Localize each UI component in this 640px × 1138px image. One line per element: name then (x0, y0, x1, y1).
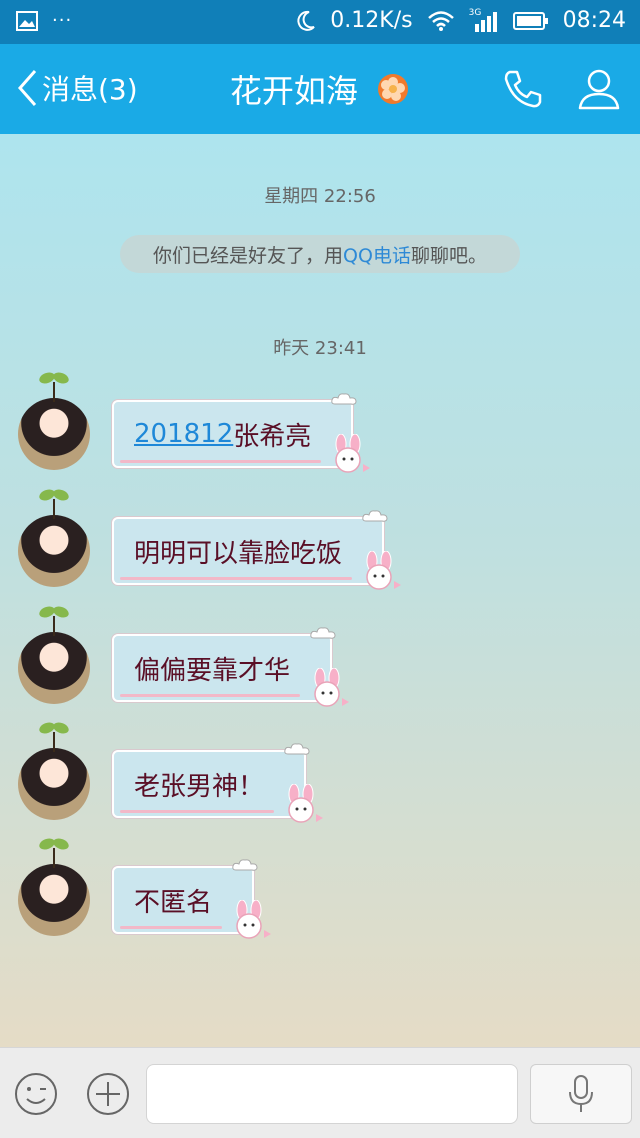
bubble-decoration (120, 460, 322, 463)
image-icon (16, 10, 38, 31)
timestamp: 星期四 22:56 (264, 186, 376, 207)
contact-icon (578, 69, 620, 110)
message-bubble[interactable]: 老张男神！ (112, 743, 324, 823)
bubble-decoration (120, 577, 353, 580)
message-bubble[interactable]: 明明可以靠脸吃饭 (112, 510, 402, 590)
bunny-sticker-icon (366, 551, 402, 590)
emoji-icon (15, 1073, 57, 1115)
more-options-button[interactable] (86, 1072, 130, 1120)
signal-icon (474, 11, 497, 32)
contact-name: 花开如海 (229, 72, 358, 110)
timestamp: 昨天 23:41 (273, 338, 367, 359)
flower-icon (378, 74, 409, 104)
avatar[interactable] (18, 489, 90, 587)
chat-header: 消息(3) 花开如海 (0, 44, 640, 134)
qq-call-link[interactable]: QQ电话 (343, 241, 411, 268)
message-bubble[interactable]: 201812 张希亮 (112, 393, 371, 473)
bunny-sticker-icon (335, 434, 371, 473)
input-bar (0, 1047, 640, 1138)
plus-icon (87, 1073, 129, 1115)
voice-button[interactable] (530, 1064, 632, 1124)
message-text: 老张男神！ (134, 771, 265, 802)
battery-icon (512, 11, 548, 30)
message-bubble[interactable]: 不匿名 (112, 859, 272, 939)
phone-button[interactable] (500, 66, 546, 116)
message-text: 张希亮 (233, 421, 312, 452)
cloud-icon (331, 393, 357, 405)
wifi-icon (427, 10, 454, 31)
avatar[interactable] (18, 372, 90, 470)
moon-icon (297, 10, 316, 31)
avatar[interactable] (18, 838, 90, 936)
message-bubble[interactable]: 偏偏要靠才华 (112, 627, 350, 707)
message-link[interactable]: 201812 (134, 419, 233, 449)
sprout-icon (39, 722, 69, 752)
sprout-icon (39, 838, 69, 868)
message-text: 偏偏要靠才华 (134, 655, 291, 686)
bunny-sticker-icon (314, 668, 350, 707)
bubble-decoration (120, 926, 223, 929)
clock: 08:24 (562, 8, 626, 33)
cloud-icon (310, 627, 336, 639)
sprout-icon (39, 372, 69, 402)
avatar[interactable] (18, 606, 90, 704)
cloud-icon (232, 859, 258, 871)
system-message: 你们已经是好友了，用 QQ电话 聊聊吧。 (120, 235, 520, 273)
bubble-decoration (120, 810, 275, 813)
bunny-sticker-icon (288, 784, 324, 823)
emoji-button[interactable] (14, 1072, 58, 1120)
more-dots-icon: ··· (52, 10, 73, 31)
microphone-icon (569, 1075, 593, 1112)
sprout-icon (39, 606, 69, 636)
message-text: 不匿名 (134, 887, 213, 918)
sprout-icon (39, 489, 69, 519)
phone-icon (504, 70, 542, 108)
bubble-decoration (120, 694, 301, 697)
system-message-text: 你们已经是好友了，用 (153, 244, 344, 267)
avatar[interactable] (18, 722, 90, 820)
status-bar: ··· 0.12K/s 3G 08:24 (0, 0, 640, 44)
message-text: 明明可以靠脸吃饭 (134, 538, 343, 569)
network-speed: 0.12K/s (330, 8, 413, 33)
cloud-icon (362, 510, 388, 522)
chat-area[interactable]: 星期四 22:56 你们已经是好友了，用 QQ电话 聊聊吧。 昨天 23:41 20… (0, 134, 640, 1047)
cloud-icon (284, 743, 310, 755)
bunny-sticker-icon (236, 900, 272, 939)
system-message-text-end: 聊聊吧。 (410, 244, 487, 267)
contact-info-button[interactable] (576, 66, 622, 116)
message-input[interactable] (146, 1064, 518, 1124)
